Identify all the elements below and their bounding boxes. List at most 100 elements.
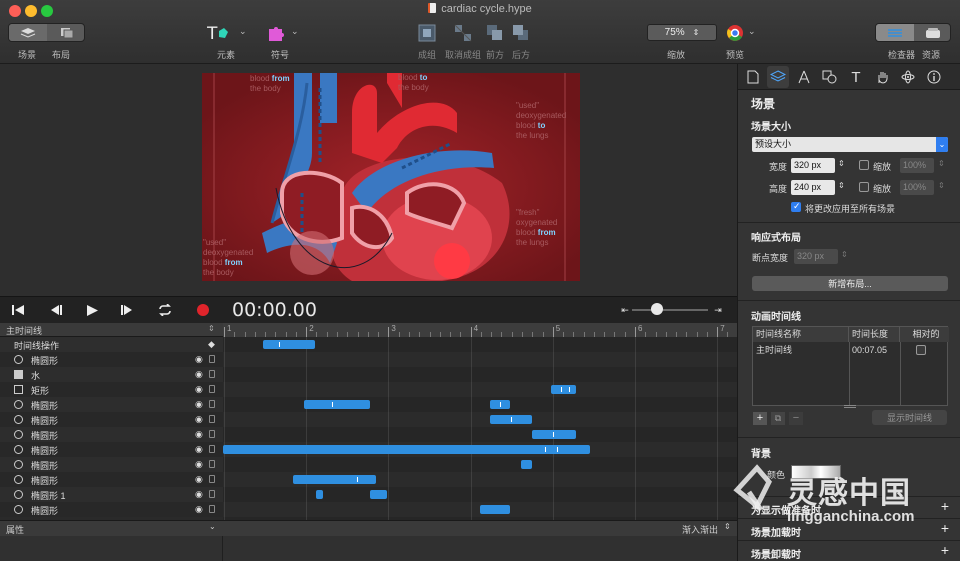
lock-icon[interactable] bbox=[209, 445, 215, 453]
keyframe-marker[interactable] bbox=[500, 402, 501, 407]
animation-segment[interactable] bbox=[293, 475, 376, 484]
easing-chevron-icon[interactable]: ⇕ bbox=[724, 522, 731, 531]
add-handler-plus-icon[interactable]: + bbox=[941, 498, 949, 514]
group-button[interactable] bbox=[416, 22, 438, 44]
lock-icon[interactable] bbox=[209, 370, 215, 378]
show-timeline-button[interactable]: 显示时间线 bbox=[872, 410, 947, 425]
animation-segment[interactable] bbox=[490, 400, 510, 409]
timeline-row-name[interactable]: 主时间线 bbox=[753, 343, 849, 357]
scene-layout-toggle[interactable] bbox=[8, 23, 85, 42]
layer-row[interactable]: 椭圆形 ◉ bbox=[0, 442, 223, 457]
lock-icon[interactable] bbox=[209, 475, 215, 483]
animation-segment[interactable] bbox=[480, 505, 510, 514]
resources-toggle-button[interactable] bbox=[915, 24, 951, 41]
zoom-in-timeline-icon[interactable]: ⇥ bbox=[709, 302, 727, 318]
lock-icon[interactable] bbox=[209, 505, 215, 513]
scale-width-checkbox[interactable] bbox=[859, 160, 869, 170]
animation-segment[interactable] bbox=[263, 340, 315, 349]
add-action-diamond-icon[interactable]: ◆ bbox=[208, 339, 215, 350]
animation-segment[interactable] bbox=[532, 430, 576, 439]
lock-icon[interactable] bbox=[209, 400, 215, 408]
scale-height-checkbox[interactable] bbox=[859, 182, 869, 192]
layer-row[interactable]: 椭圆形 ◉ bbox=[0, 427, 223, 442]
remove-timeline-button[interactable]: − bbox=[789, 412, 803, 425]
animation-segment[interactable] bbox=[316, 490, 323, 499]
scale-width-input[interactable]: 100% bbox=[900, 158, 934, 173]
width-stepper-icon[interactable]: ⇕ bbox=[838, 159, 845, 168]
layer-row[interactable]: 水 ◉ bbox=[0, 367, 223, 382]
keyframe-marker[interactable] bbox=[545, 447, 546, 452]
ungroup-button[interactable] bbox=[452, 22, 474, 44]
lock-icon[interactable] bbox=[209, 490, 215, 498]
animation-segment[interactable] bbox=[223, 445, 590, 454]
animation-segment[interactable] bbox=[490, 415, 532, 424]
next-keyframe-button[interactable] bbox=[119, 302, 137, 318]
timeline-ruler[interactable]: 1 2 3 4 5 6 7 bbox=[223, 323, 873, 337]
visibility-eye-icon[interactable]: ◉ bbox=[195, 489, 203, 500]
keyframe-marker[interactable] bbox=[279, 342, 280, 347]
layout-list-button[interactable] bbox=[48, 24, 85, 41]
animation-segment[interactable] bbox=[304, 400, 370, 409]
element-inspector-tab[interactable] bbox=[819, 66, 841, 88]
track-row[interactable] bbox=[223, 367, 737, 382]
background-color-well[interactable] bbox=[791, 465, 841, 479]
keyframe-marker[interactable] bbox=[357, 477, 358, 482]
keyframe-marker[interactable] bbox=[561, 387, 562, 392]
properties-chevron-icon[interactable]: ⌄ bbox=[209, 522, 216, 531]
typography-inspector-tab[interactable]: T bbox=[845, 66, 867, 88]
visibility-eye-icon[interactable]: ◉ bbox=[195, 354, 203, 365]
track-row[interactable] bbox=[223, 487, 737, 502]
timeline-tracks[interactable] bbox=[223, 337, 737, 520]
timeline-zoom-knob[interactable] bbox=[651, 303, 663, 315]
add-handler-plus-icon[interactable]: + bbox=[941, 520, 949, 536]
lock-icon[interactable] bbox=[209, 430, 215, 438]
track-row[interactable] bbox=[223, 352, 737, 367]
go-to-start-button[interactable] bbox=[9, 302, 27, 318]
apply-all-checkbox[interactable] bbox=[791, 201, 801, 212]
animation-segment[interactable] bbox=[370, 490, 387, 499]
symbols-chevron-icon[interactable]: ⌄ bbox=[291, 26, 299, 37]
col-duration[interactable]: 时间长度 bbox=[849, 327, 900, 342]
track-row[interactable] bbox=[223, 337, 737, 352]
zoom-stepper-icon[interactable]: ⇕ bbox=[693, 28, 700, 37]
track-row[interactable] bbox=[223, 427, 737, 442]
track-row[interactable] bbox=[223, 502, 737, 517]
scene-list-button[interactable] bbox=[9, 24, 47, 41]
lock-icon[interactable] bbox=[209, 385, 215, 393]
timeline-row-relative-checkbox[interactable] bbox=[916, 345, 926, 355]
identity-inspector-tab[interactable] bbox=[923, 66, 945, 88]
actions-inspector-tab[interactable] bbox=[871, 66, 893, 88]
elements-button[interactable]: T bbox=[207, 22, 229, 44]
preset-chevron-icon[interactable]: ⌄ bbox=[936, 137, 948, 152]
lock-icon[interactable] bbox=[209, 355, 215, 363]
lock-icon[interactable] bbox=[209, 415, 215, 423]
loop-button[interactable] bbox=[156, 302, 174, 318]
visibility-eye-icon[interactable]: ◉ bbox=[195, 384, 203, 395]
track-row[interactable] bbox=[223, 457, 737, 472]
track-row[interactable] bbox=[223, 472, 737, 487]
timeline-actions-row[interactable]: 时间线操作 ◆ bbox=[0, 337, 223, 352]
visibility-eye-icon[interactable]: ◉ bbox=[195, 444, 203, 455]
visibility-eye-icon[interactable]: ◉ bbox=[195, 459, 203, 470]
previous-keyframe-button[interactable] bbox=[46, 302, 64, 318]
preview-button[interactable] bbox=[724, 22, 746, 44]
visibility-eye-icon[interactable]: ◉ bbox=[195, 399, 203, 410]
breakpoint-input[interactable]: 320 px bbox=[794, 249, 838, 264]
keyframe-marker[interactable] bbox=[557, 447, 558, 452]
lock-icon[interactable] bbox=[209, 460, 215, 468]
layer-row[interactable]: 椭圆形 ◉ bbox=[0, 412, 223, 427]
keyframe-marker[interactable] bbox=[511, 417, 512, 422]
layer-row[interactable]: 椭圆形 ◉ bbox=[0, 472, 223, 487]
scale-width-stepper-icon[interactable]: ⇕ bbox=[938, 159, 945, 168]
inspector-resources-toggle[interactable] bbox=[875, 23, 951, 42]
add-timeline-button[interactable]: + bbox=[753, 412, 767, 425]
add-handler-plus-icon[interactable]: + bbox=[941, 542, 949, 558]
layer-row[interactable]: 椭圆形 ◉ bbox=[0, 397, 223, 412]
breakpoint-stepper-icon[interactable]: ⇕ bbox=[841, 250, 848, 259]
inspector-toggle-button[interactable] bbox=[876, 24, 914, 41]
timeline-selector-chevron-icon[interactable]: ⇕ bbox=[208, 324, 215, 333]
send-backward-button[interactable] bbox=[510, 22, 532, 44]
scene-canvas[interactable]: blood from the body blood to the body "use… bbox=[0, 64, 737, 296]
keyframe-marker[interactable] bbox=[332, 402, 333, 407]
visibility-eye-icon[interactable]: ◉ bbox=[195, 429, 203, 440]
